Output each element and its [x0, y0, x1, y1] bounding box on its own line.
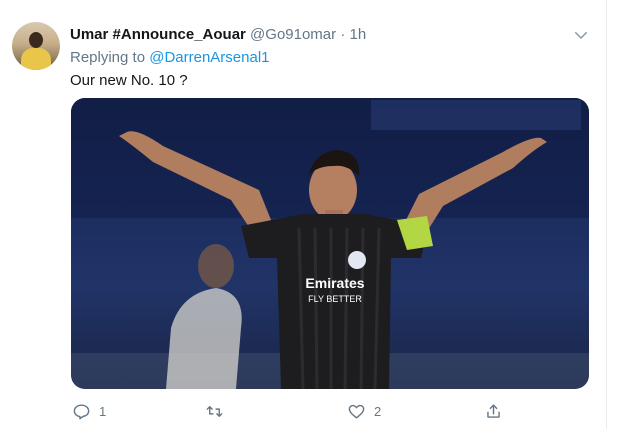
display-name[interactable]: Umar #Announce_Aouar	[70, 26, 246, 43]
like-count: 2	[374, 403, 382, 419]
background-player	[166, 244, 242, 389]
tweet-header: Umar #Announce_Aouar @Go91omar · 1h	[70, 26, 366, 43]
jersey-sub: FLY BETTER	[308, 294, 362, 304]
tweet-text: Our new No. 10 ?	[70, 72, 188, 89]
tweet-actions: 1 2	[0, 396, 606, 426]
separator: ·	[340, 26, 346, 43]
replying-prefix: Replying to	[70, 49, 146, 66]
share-button[interactable]	[484, 400, 511, 422]
photo-scene: Emirates FLY BETTER	[71, 98, 589, 389]
share-icon	[487, 403, 500, 418]
chevron-down-icon[interactable]	[572, 26, 590, 44]
reply-icon	[73, 403, 90, 419]
like-icon	[348, 404, 365, 419]
mention-link[interactable]: @DarrenArsenal1	[149, 49, 269, 66]
avatar[interactable]	[12, 22, 60, 70]
replying-to: Replying to @DarrenArsenal1	[70, 49, 270, 66]
reply-count: 1	[99, 403, 107, 419]
jersey-sponsor: Emirates	[305, 275, 364, 291]
tweet-card[interactable]: Umar #Announce_Aouar @Go91omar · 1h Repl…	[0, 0, 607, 429]
retweet-icon	[206, 405, 223, 417]
avatar-body	[21, 48, 51, 70]
retweet-button[interactable]	[205, 400, 232, 422]
handle[interactable]: @Go91omar	[250, 26, 336, 43]
timestamp[interactable]: 1h	[350, 26, 367, 43]
reply-button[interactable]: 1	[72, 400, 106, 422]
tweet-photo[interactable]: Emirates FLY BETTER	[71, 98, 589, 389]
avatar-head	[29, 32, 43, 48]
like-button[interactable]: 2	[347, 400, 381, 422]
